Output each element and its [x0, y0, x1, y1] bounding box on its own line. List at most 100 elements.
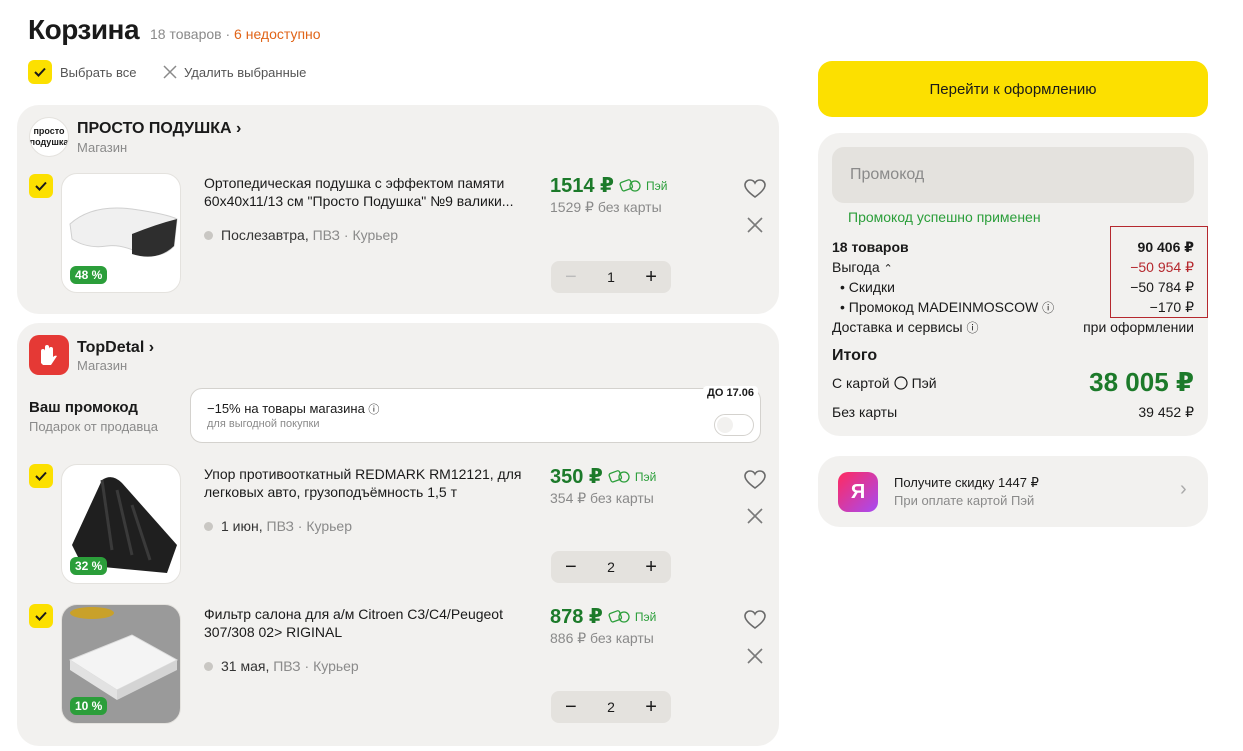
- delivery-value: при оформлении: [1083, 319, 1194, 335]
- unavailable-link[interactable]: 6 недоступно: [234, 26, 321, 42]
- increase-button[interactable]: +: [645, 557, 657, 577]
- pay-card-icon: [608, 609, 630, 623]
- item-checkbox[interactable]: [29, 464, 53, 488]
- price-block: 1514 ₽ Пэй: [550, 173, 667, 198]
- remove-item-button[interactable]: [742, 212, 768, 238]
- delivery-method: ПВЗ · Курьер: [273, 658, 359, 674]
- total-with-card-row: С картой Пэй 38 005 ₽: [832, 367, 1194, 398]
- quantity-value: 1: [607, 269, 615, 285]
- total-with-card: 38 005 ₽: [1089, 367, 1194, 397]
- check-icon: [35, 181, 47, 191]
- product-name[interactable]: Упор противооткатный REDMARK RM12121, дл…: [204, 465, 524, 501]
- delivery-label: Доставка и сервисы: [832, 319, 963, 335]
- shop-logo[interactable]: просто подушка: [29, 117, 69, 157]
- discount-badge: 48 %: [70, 266, 108, 284]
- with-card-label: С картой: [832, 374, 890, 391]
- heart-icon: [744, 610, 766, 629]
- shop-type: Магазин: [77, 358, 128, 373]
- quantity-stepper: − 2 +: [551, 551, 671, 583]
- promo-expiry-badge: ДО 17.06: [703, 386, 758, 400]
- favorite-button[interactable]: [742, 176, 768, 202]
- check-icon: [28, 60, 52, 84]
- benefit-label: Выгода ⌃: [832, 259, 893, 276]
- promo-code-input[interactable]: [832, 147, 1194, 203]
- shop-logo[interactable]: [29, 335, 69, 375]
- pay-label: Пэй: [1010, 493, 1035, 508]
- discount-badge: 32 %: [70, 557, 108, 575]
- bank-offer-subtitle: При оплате картой Пэй: [894, 493, 1034, 508]
- quantity-value: 2: [607, 699, 615, 715]
- benefit-text: Выгода: [832, 259, 880, 275]
- close-icon: [747, 508, 763, 524]
- items-label: 18 товаров: [832, 239, 909, 255]
- price-without-card: 1529 ₽ без карты: [550, 199, 662, 215]
- delivery-date: Послезавтра,: [221, 227, 309, 243]
- delivery-method: ПВЗ · Курьер: [266, 518, 352, 534]
- promo-text: −15% на товары магазина: [207, 401, 365, 416]
- decrease-button[interactable]: −: [565, 267, 577, 287]
- check-icon: [35, 611, 47, 621]
- decrease-button[interactable]: −: [565, 697, 577, 717]
- summary-delivery-row: Доставка и сервисы ⓘ при оформлении: [832, 319, 1194, 336]
- product-image-pillow[interactable]: 48 %: [61, 173, 181, 293]
- bank-offer-card[interactable]: Я Получите скидку 1447 ₽ При оплате карт…: [818, 456, 1208, 527]
- highlight-box: [1110, 226, 1208, 318]
- chevron-up-icon: ⌃: [883, 263, 893, 275]
- shop-name: ПРОСТО ПОДУШКА: [77, 120, 232, 137]
- price-block: 878 ₽ Пэй: [550, 604, 656, 629]
- shop-name-link[interactable]: ПРОСТО ПОДУШКА ›: [77, 120, 241, 138]
- remove-item-button[interactable]: [742, 643, 768, 669]
- favorite-button[interactable]: [742, 467, 768, 493]
- select-all-checkbox[interactable]: Выбрать все: [28, 60, 136, 84]
- delivery-date: 31 мая,: [221, 658, 270, 674]
- product-name[interactable]: Фильтр салона для а/м Citroen C3/C4/Peug…: [204, 605, 524, 641]
- delivery-info: 31 мая, ПВЗ · Курьер: [204, 658, 359, 674]
- remove-item-button[interactable]: [742, 503, 768, 529]
- price-with-card: 1514 ₽: [550, 175, 614, 197]
- increase-button[interactable]: +: [645, 267, 657, 287]
- bank-sub-text: При оплате картой: [894, 493, 1008, 508]
- product-image-wheel-chock[interactable]: 32 %: [61, 464, 181, 584]
- chevron-right-icon: ›: [235, 120, 242, 137]
- quantity-value: 2: [607, 559, 615, 575]
- favorite-button[interactable]: [742, 607, 768, 633]
- discount-badge: 10 %: [70, 697, 108, 715]
- chevron-right-icon: ›: [1180, 478, 1187, 500]
- total-without-card: 39 452 ₽: [1138, 404, 1194, 420]
- pay-label: Пэй: [645, 178, 668, 193]
- delivery-date: 1 июн,: [221, 518, 263, 534]
- price-without-card: 886 ₽ без карты: [550, 630, 654, 646]
- price-with-card: 350 ₽: [550, 466, 603, 488]
- without-card-label: Без карты: [832, 404, 898, 420]
- pay-card-icon: [893, 375, 908, 390]
- price-without-card: 354 ₽ без карты: [550, 490, 654, 506]
- promo-title: Ваш промокод: [29, 399, 138, 416]
- items-count: 18 товаров: [150, 26, 222, 42]
- total-without-card-row: Без карты 39 452 ₽: [832, 404, 1194, 421]
- promo-toggle[interactable]: [714, 414, 754, 436]
- item-checkbox[interactable]: [29, 604, 53, 628]
- info-icon[interactable]: ⓘ: [368, 404, 379, 416]
- delete-selected-label: Удалить выбранные: [184, 64, 307, 80]
- info-icon[interactable]: ⓘ: [1042, 301, 1054, 315]
- checkout-button[interactable]: Перейти к оформлению: [818, 61, 1208, 117]
- promo-subtitle: Подарок от продавца: [29, 419, 158, 434]
- delivery-info: 1 июн, ПВЗ · Курьер: [204, 518, 352, 534]
- info-icon[interactable]: ⓘ: [967, 321, 979, 335]
- product-image-cabin-filter[interactable]: 10 %: [61, 604, 181, 724]
- increase-button[interactable]: +: [645, 697, 657, 717]
- delete-selected-button[interactable]: Удалить выбранные: [162, 64, 306, 80]
- discounts-label: • Скидки: [840, 279, 895, 295]
- pay-label: Пэй: [634, 469, 657, 484]
- price-block: 350 ₽ Пэй: [550, 464, 656, 489]
- delivery-dot: [204, 661, 213, 671]
- shop-type: Магазин: [77, 140, 128, 155]
- decrease-button[interactable]: −: [565, 557, 577, 577]
- item-checkbox[interactable]: [29, 174, 53, 198]
- product-name[interactable]: Ортопедическая подушка с эффектом памяти…: [204, 174, 524, 210]
- logo-text-bottom: подушка: [29, 137, 69, 147]
- shop-name: TopDetal: [77, 339, 145, 356]
- delivery-dot: [204, 521, 213, 531]
- promo-success-text: Промокод успешно применен: [848, 209, 1041, 225]
- shop-name-link[interactable]: TopDetal ›: [77, 339, 154, 357]
